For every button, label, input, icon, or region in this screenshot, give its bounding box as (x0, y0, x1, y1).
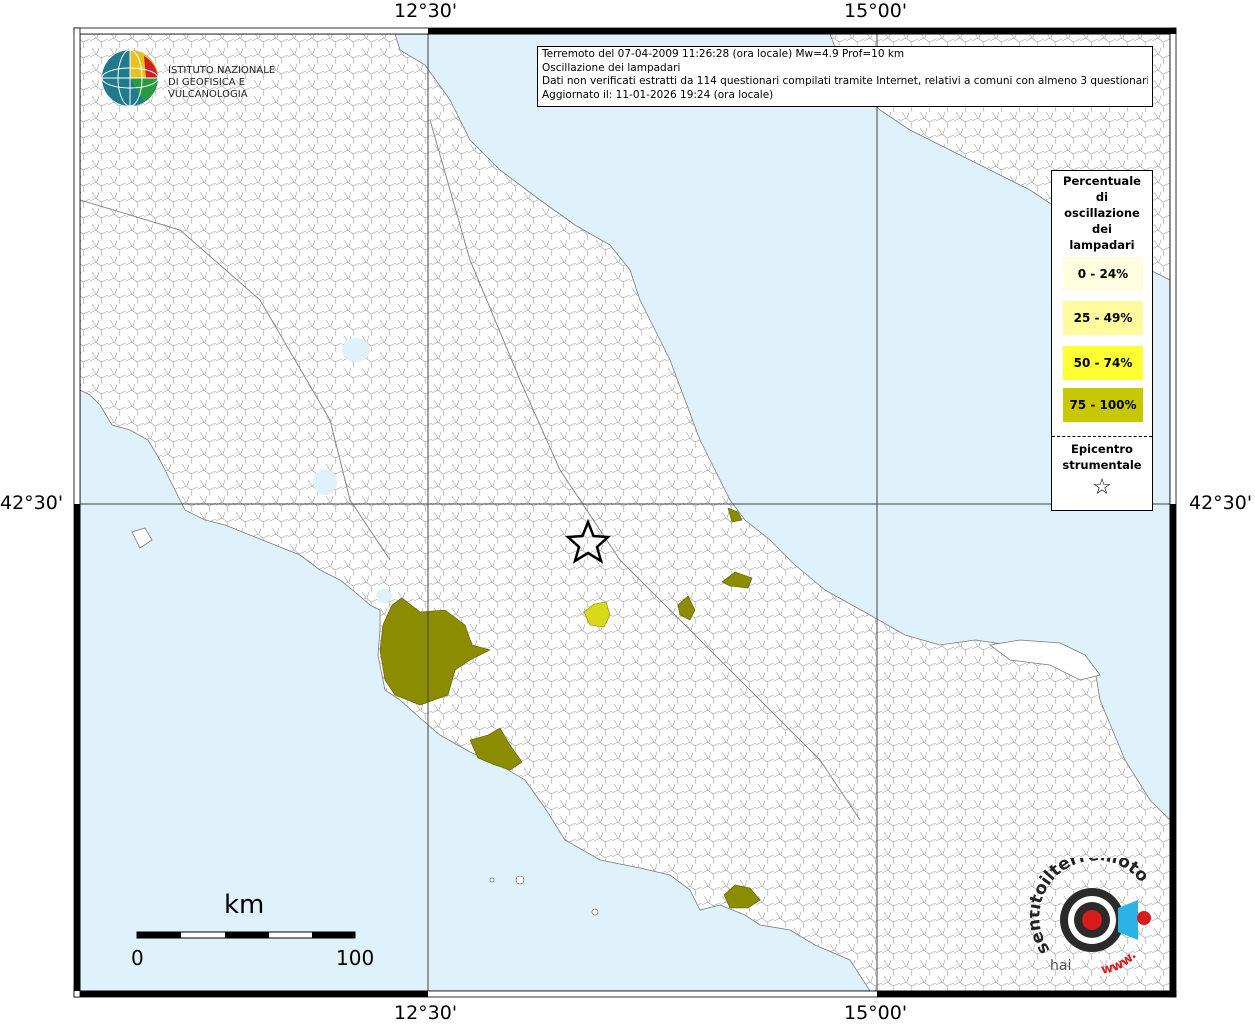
info-line-4: Aggiornato il: 11-01-2026 19:24 (ora loc… (542, 88, 774, 101)
scale-end: 100 (336, 946, 375, 970)
legend-epicenter-label: Epicentro strumentale (1052, 441, 1152, 473)
island (591, 908, 599, 916)
legend-title-line: lampadari (1069, 238, 1135, 252)
info-line-2: Oscillazione dei lampadari (542, 61, 681, 74)
ingv-globe-icon (101, 49, 159, 107)
legend-title-line: oscillazione (1064, 206, 1140, 220)
scale-bar (136, 931, 356, 939)
coord-top-1: 12°30' (394, 0, 458, 22)
haisentito-prefix: hai (1050, 958, 1071, 974)
island (489, 877, 495, 883)
legend-title-line: Percentuale (1063, 174, 1141, 188)
lake-bolsena (313, 469, 337, 495)
legend-title-line: di (1095, 190, 1109, 204)
lake-trasimeno (342, 338, 370, 362)
island (515, 875, 525, 885)
coord-bottom-1: 12°30' (394, 1002, 458, 1024)
legend-epicenter-line: Epicentro (1071, 442, 1133, 456)
haisentito-target-icon: sentitoilterremoto.it hai www. (1024, 843, 1152, 978)
legend-class-25-49: 25 - 49% (1063, 301, 1143, 335)
legend-class-50-74: 50 - 74% (1063, 346, 1143, 380)
legend: Percentuale di oscillazione dei lampadar… (1051, 170, 1153, 511)
scale-unit: km (224, 890, 265, 920)
lake-bracciano (376, 589, 392, 603)
coord-left: 42°30' (0, 492, 64, 514)
legend-title: Percentuale di oscillazione dei lampadar… (1052, 173, 1152, 253)
coord-bottom-2: 15°00' (844, 1002, 908, 1024)
info-line-1: Terremoto del 07-04-2009 11:26:28 (ora l… (542, 48, 905, 60)
svg-text:www.: www. (1100, 948, 1140, 978)
scale-start: 0 (131, 946, 144, 970)
haisentito-www: www. (1100, 948, 1140, 978)
coord-right: 42°30' (1189, 492, 1253, 514)
ingv-line-1: ISTITUTO NAZIONALE (168, 65, 276, 76)
coord-top-2: 15°00' (844, 0, 908, 22)
info-line-3: Dati non verificati estratti da 114 ques… (542, 75, 1148, 87)
info-box: Terremoto del 07-04-2009 11:26:28 (ora l… (537, 46, 1153, 107)
ingv-line-2: DI GEOFISICA E VULCANOLOGIA (168, 77, 248, 100)
legend-title-line: dei (1092, 222, 1112, 236)
ingv-logo: ISTITUTO NAZIONALE DI GEOFISICA E VULCAN… (100, 48, 320, 108)
legend-divider (1052, 436, 1152, 437)
haisentito-logo: sentitoilterremoto.it hai www. (1024, 843, 1180, 978)
legend-epicenter-line: strumentale (1062, 458, 1142, 472)
legend-class-0-24: 0 - 24% (1063, 257, 1143, 291)
legend-star-icon: ☆ (1092, 475, 1112, 500)
legend-class-75-100: 75 - 100% (1063, 388, 1143, 422)
